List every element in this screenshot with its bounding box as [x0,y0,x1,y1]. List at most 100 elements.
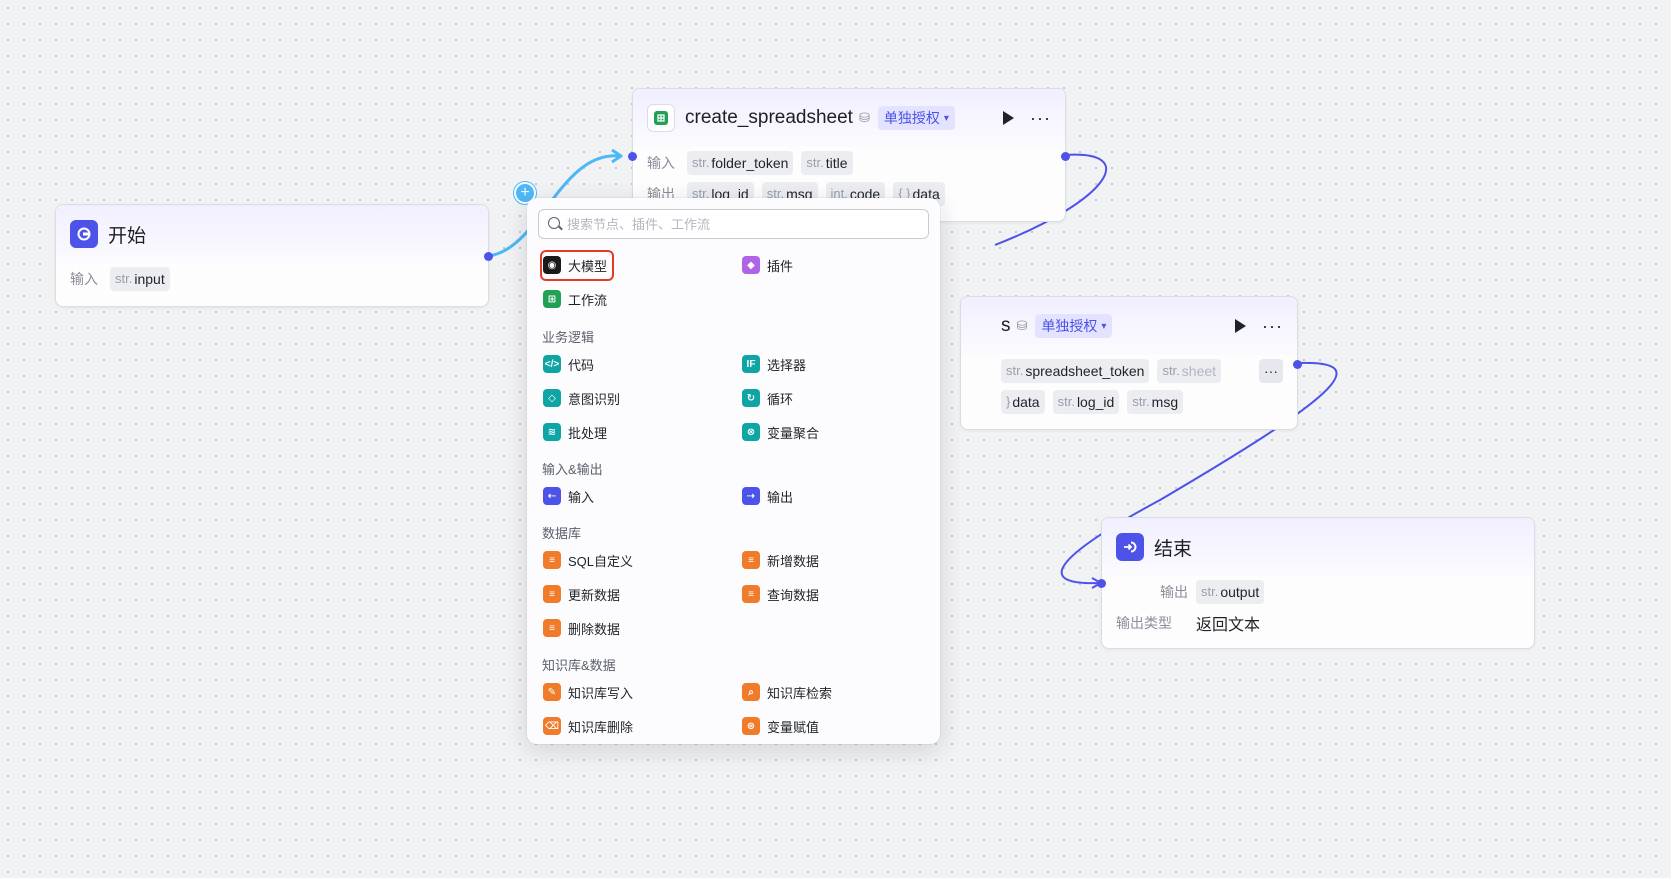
menu-item-loop[interactable]: ↻ 循环 [738,384,797,412]
loop-icon: ↻ [742,389,760,407]
plugin-icon: ◆ [742,256,760,274]
menu-item-db-add[interactable]: ≡ 新增数据 [738,546,823,574]
menu-item-output[interactable]: ⇢ 输出 [738,482,797,510]
menu-item-label: 新增数据 [767,553,820,569]
auth-status-icon: ⛁ [858,110,870,125]
second-node-title: s [1001,315,1011,336]
menu-item-intent[interactable]: ◇ 意图识别 [539,384,624,412]
condition-icon: IF [742,355,760,373]
menu-item-variable-merge[interactable]: ⊗ 变量聚合 [738,418,823,446]
llm-icon: ◉ [543,256,561,274]
variable-merge-icon: ⊗ [742,423,760,441]
param-tag: str. folder_token [687,150,794,175]
database-add-icon: ≡ [742,551,760,569]
knowledge-write-icon: ✎ [543,683,561,701]
menu-item-plugin[interactable]: ◆ 插件 [738,251,797,279]
menu-item-label: 更新数据 [568,587,621,603]
menu-item-label: 知识库检索 [767,685,833,701]
param-tag: } data [1001,389,1045,414]
section-title-io: 输入&输出 [542,462,603,477]
search-icon [548,217,560,229]
menu-item-label: 选择器 [767,357,807,373]
menu-item-label: 删除数据 [568,621,621,637]
menu-item-label: 输出 [767,489,794,505]
auth-status-icon: ⛁ [1016,318,1028,333]
menu-item-variable-assign[interactable]: ⊛ 变量赋值 [738,712,823,740]
end-node-title: 结束 [1154,538,1193,560]
search-input[interactable] [567,216,928,232]
section-title-database: 数据库 [542,526,582,541]
menu-item-label: SQL自定义 [568,553,634,569]
output-type-value: 返回文本 [1196,616,1261,634]
auth-dropdown[interactable]: 单独授权 ▾ [877,106,955,130]
batch-icon: ≋ [543,423,561,441]
more-options-icon[interactable]: ··· [1030,109,1051,127]
workflow-icon: ⊞ [543,290,561,308]
spreadsheet-icon [647,104,675,132]
start-node-header: 开始 [56,205,488,263]
menu-item-kb-search[interactable]: ⌕ 知识库检索 [738,678,836,706]
start-output-port[interactable] [484,252,493,261]
menu-item-workflow[interactable]: ⊞ 工作流 [539,285,611,313]
workflow-canvas[interactable]: 开始 输入 str. input create_spreadsheet ⛁ 单独授… [0,0,1671,878]
create-input-port[interactable] [628,152,637,161]
knowledge-search-icon: ⌕ [742,683,760,701]
start-node-title: 开始 [108,225,147,247]
end-input-port[interactable] [1097,579,1106,588]
menu-item-kb-write[interactable]: ✎ 知识库写入 [539,678,637,706]
menu-item-label: 知识库写入 [568,685,634,701]
param-tag: str. sheet [1157,358,1222,383]
menu-item-db-update[interactable]: ≡ 更新数据 [539,580,624,608]
more-params-icon[interactable]: ··· [1259,358,1283,383]
section-title-logic: 业务逻辑 [542,330,595,345]
menu-item-sql[interactable]: ≡ SQL自定义 [539,546,637,574]
end-node[interactable]: 结束 输出 str. output 输出类型 返回文本 [1097,517,1535,649]
end-node-header: 结束 [1102,518,1534,576]
create-output-port[interactable] [1061,152,1070,161]
node-picker-menu: ◉ 大模型 ◆ 插件 ⊞ 工作流 业务逻辑 </> 代码 IF 选择器 ◇ 意图识别 ↻ 循环… [527,198,940,744]
menu-item-code[interactable]: </> 代码 [539,350,598,378]
create-spreadsheet-inputs: 输入 str. folder_token str. title [633,147,1065,178]
menu-item-llm[interactable]: ◉ 大模型 [539,249,615,281]
database-update-icon: ≡ [543,585,561,603]
param-tag: str. msg [1127,389,1184,414]
start-icon [70,220,98,248]
output-icon: ⇢ [742,487,760,505]
run-node-icon[interactable] [1003,111,1015,125]
menu-item-input[interactable]: ⇠ 输入 [539,482,598,510]
menu-item-kb-delete[interactable]: ⌫ 知识库删除 [539,712,637,740]
auth-dropdown[interactable]: 单独授权 ▾ [1035,314,1113,338]
run-node-icon[interactable] [1235,319,1247,333]
create-spreadsheet-title: create_spreadsheet [685,107,853,128]
menu-item-label: 循环 [767,391,794,407]
end-icon [1116,533,1144,561]
end-output-row: 输出 str. output [1102,576,1534,607]
menu-item-label: 知识库删除 [568,719,634,735]
start-node[interactable]: 开始 输入 str. input [55,204,493,307]
menu-item-label: 意图识别 [568,391,621,407]
more-options-icon[interactable]: ··· [1262,317,1283,335]
second-output-port[interactable] [1293,360,1302,369]
menu-item-condition[interactable]: IF 选择器 [738,350,810,378]
menu-item-db-query[interactable]: ≡ 查询数据 [738,580,823,608]
menu-item-label: 变量赋值 [767,719,820,735]
param-tag: str. input [110,266,170,291]
output-label: 输出 [1160,583,1188,600]
section-title-knowledge: 知识库&数据 [542,658,616,673]
menu-item-label: 代码 [568,357,595,373]
knowledge-delete-icon: ⌫ [543,717,561,735]
input-label: 输入 [647,154,675,171]
second-node-header: s ⛁ 单独授权 ▾ ··· [961,297,1297,355]
database-query-icon: ≡ [742,585,760,603]
second-node-outputs: } data str. log_id str. msg [961,386,1297,417]
search-box[interactable] [538,209,929,239]
database-delete-icon: ≡ [543,619,561,637]
param-tag: str. spreadsheet_token [1001,358,1150,383]
menu-item-db-delete[interactable]: ≡ 删除数据 [539,614,624,642]
start-input-row: 输入 str. input [56,263,488,294]
variable-assign-icon: ⊛ [742,717,760,735]
highlight-box: ◉ 大模型 [539,249,615,281]
second-tool-node[interactable]: s ⛁ 单独授权 ▾ ··· str. spreadsheet_token str.… [960,296,1302,430]
chevron-down-icon: ▾ [943,112,949,124]
menu-item-batch[interactable]: ≋ 批处理 [539,418,611,446]
